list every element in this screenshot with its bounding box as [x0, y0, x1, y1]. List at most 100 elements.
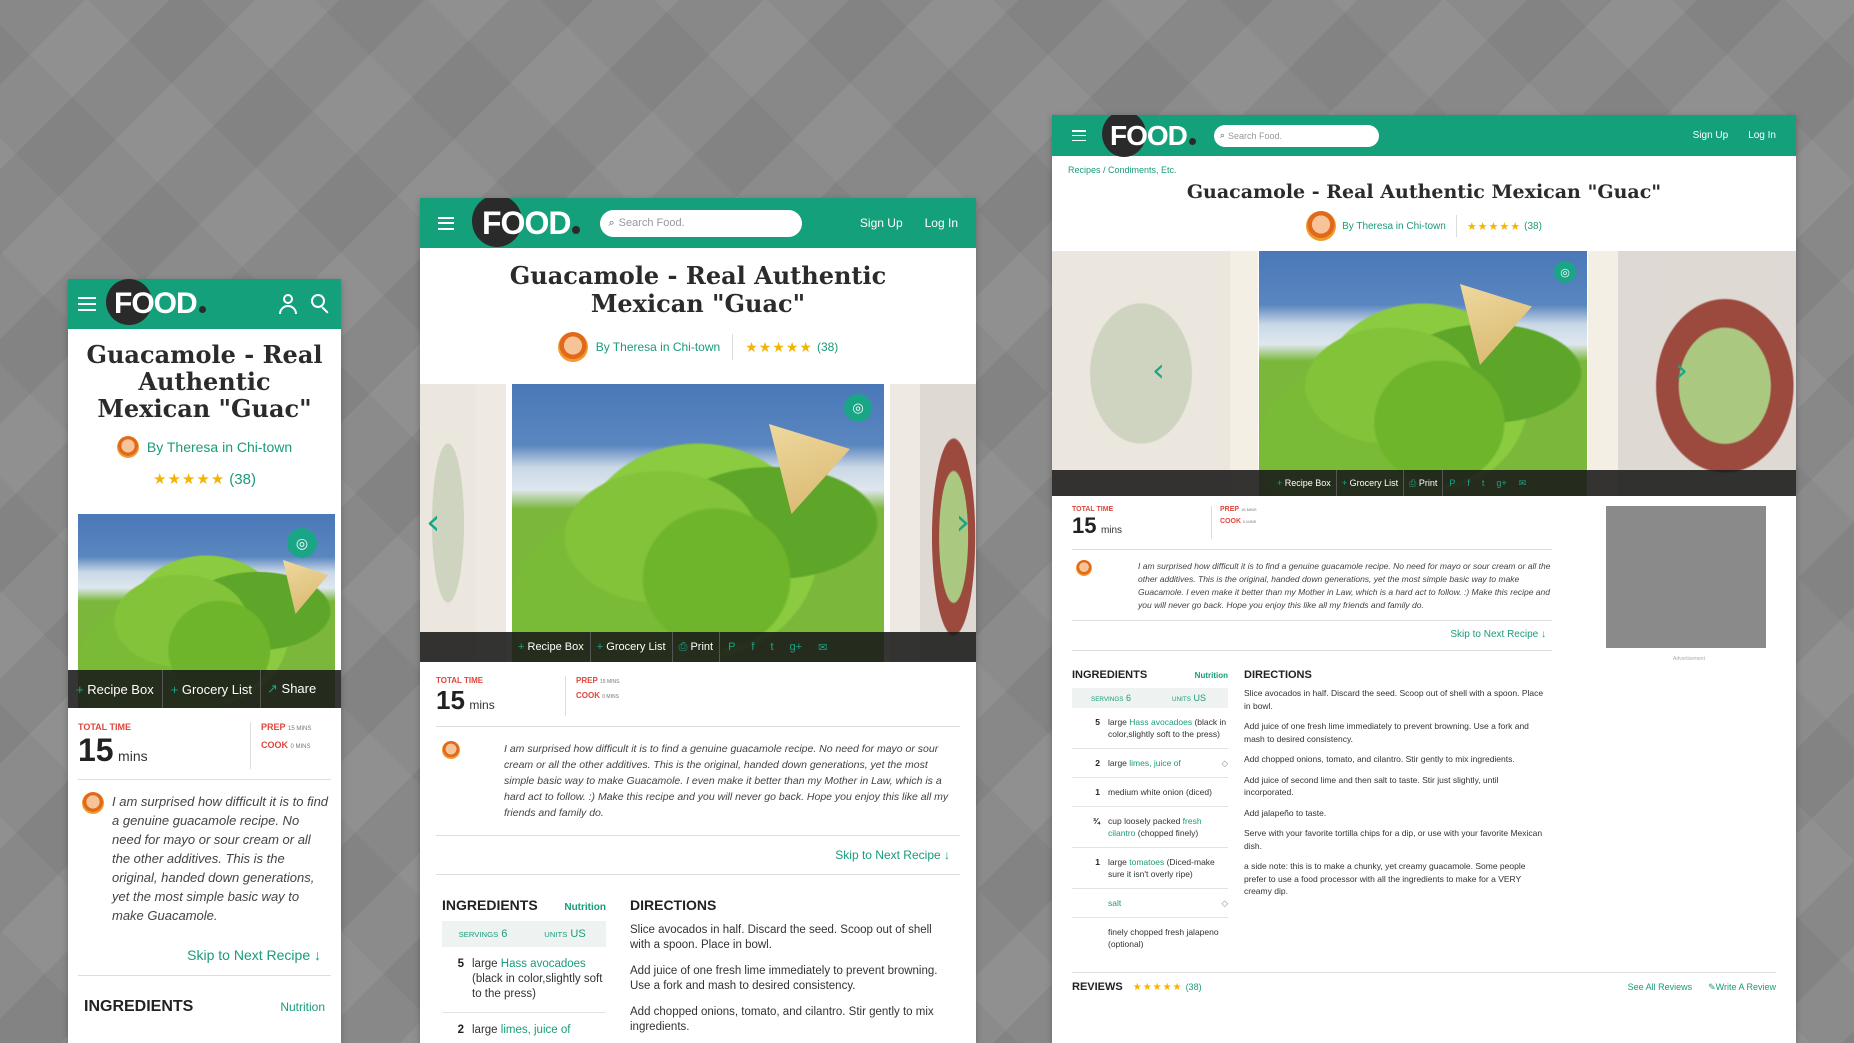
tag-icon[interactable]: ◇ [1221, 757, 1228, 769]
recipe-box-button[interactable]: + Recipe Box [1272, 478, 1336, 488]
print-button[interactable]: ⎙ Print [1404, 478, 1442, 489]
direction-step: Add jalapeño to taste. [1244, 807, 1327, 818]
ingredient-link[interactable]: Hass avocadoes [1129, 717, 1192, 727]
tablet-header: FOOD ⌕ Search Food. Sign Up Log In [420, 198, 976, 248]
desktop-header: FOOD ⌕ Search Food. Sign Up Log In [1052, 115, 1796, 157]
avatar [442, 741, 460, 759]
author-link[interactable]: By Theresa in Chi-town [1342, 221, 1446, 232]
skip-next-recipe[interactable]: Skip to Next Recipe ↓ [420, 836, 976, 862]
ingredient-link[interactable]: tomatoes [1129, 857, 1164, 867]
search-icon[interactable] [311, 294, 331, 314]
food-logo[interactable]: FOOD [1102, 115, 1196, 157]
ingredients-heading: INGREDIENTS [1072, 669, 1148, 681]
see-all-reviews-link[interactable]: See All Reviews [1628, 982, 1693, 992]
email-icon[interactable]: ✉ [810, 641, 835, 654]
share-button[interactable]: ↗ Share [261, 681, 322, 697]
carousel-prev-arrow[interactable]: ‹ [1152, 351, 1165, 389]
print-button[interactable]: ⎙ Print [673, 641, 720, 654]
avatar [82, 792, 104, 814]
photo-carousel[interactable]: ‹ › ◎ + Recipe Box + Grocery List ⎙ Prin… [420, 384, 976, 662]
facebook-icon[interactable]: f [1461, 478, 1476, 488]
food-logo[interactable]: FOOD [106, 279, 206, 325]
skip-next-recipe[interactable]: Skip to Next Recipe ↓ [1052, 621, 1552, 640]
search-input[interactable]: ⌕ Search Food. [1213, 124, 1379, 147]
direction-step: Add chopped onions, tomato, and cilantro… [1244, 754, 1515, 764]
photo-carousel[interactable]: ‹ › ◎ + Recipe Box + Grocery List ⎙ Prin… [1052, 251, 1796, 496]
log-in-link[interactable]: Log In [925, 216, 958, 230]
action-bar: + Recipe Box + Grocery List ⎙ Print P f … [420, 632, 976, 662]
servings-units-bar[interactable]: SERVINGS 6 UNITS US [1072, 688, 1228, 708]
reviews-bar: REVIEWS ★★★★★ (38) See All Reviews ✎Writ… [1052, 973, 1796, 993]
twitter-icon[interactable]: t [762, 641, 781, 653]
total-time: 15 [1072, 513, 1097, 538]
tag-icon[interactable]: ◇ [1221, 897, 1228, 909]
menu-icon[interactable] [78, 297, 96, 311]
food-logo[interactable]: FOOD [472, 198, 581, 247]
pinterest-icon[interactable]: P [1443, 478, 1461, 488]
facebook-icon[interactable]: f [743, 641, 762, 653]
direction-step: Slice avocados in half. Discard the seed… [1244, 688, 1544, 711]
skip-next-recipe[interactable]: Skip to Next Recipe ↓ [68, 925, 341, 963]
nutrition-link[interactable]: Nutrition [280, 1000, 325, 1014]
sign-up-link[interactable]: Sign Up [860, 216, 903, 230]
advertisement-label: Advertisement [1673, 656, 1705, 662]
nutrition-link[interactable]: Nutrition [564, 902, 606, 913]
camera-icon[interactable]: ◎ [844, 394, 872, 422]
recipe-title: Guacamole - Real Authentic Mexican "Guac… [509, 261, 887, 318]
nutrition-link[interactable]: Nutrition [1195, 671, 1228, 680]
rating-stars[interactable]: ★★★★★ [1467, 220, 1521, 233]
advertisement-box[interactable] [1606, 506, 1766, 648]
ingredient-row: 2 large limes, juice of [442, 1013, 606, 1043]
description: I am surprised how difficult it is to fi… [68, 780, 341, 925]
menu-icon[interactable] [1072, 130, 1086, 141]
avatar [116, 436, 139, 458]
direction-step: Add juice of one fresh lime immediately … [1244, 721, 1529, 744]
grocery-list-button[interactable]: + Grocery List [163, 682, 260, 697]
carousel-next-arrow[interactable]: › [956, 502, 970, 543]
servings-units-bar[interactable]: SERVINGS 6 UNITS US [442, 921, 606, 947]
rating-stars: ★★★★★ [153, 471, 226, 488]
ingredients-heading: INGREDIENTS [442, 897, 538, 913]
sign-up-link[interactable]: Sign Up [1693, 130, 1729, 141]
menu-icon[interactable] [438, 216, 454, 230]
user-icon[interactable] [279, 294, 297, 314]
ingredient-link[interactable]: limes, juice of [501, 1024, 571, 1036]
direction-step: Serve with your favorite tortilla chips … [1244, 828, 1543, 851]
search-icon: ⌕ [608, 216, 615, 229]
carousel-prev-arrow[interactable]: ‹ [426, 502, 440, 543]
pinterest-icon[interactable]: P [720, 641, 743, 653]
byline: By Theresa in Chi-town ★★★★★ (38) [420, 332, 976, 362]
breadcrumb[interactable]: Recipes / Condiments, Etc. [1052, 156, 1796, 175]
google-plus-icon[interactable]: g+ [782, 641, 811, 653]
ingredient-link[interactable]: limes, juice of [1129, 758, 1181, 768]
reviews-heading: REVIEWS [1072, 981, 1123, 993]
search-icon: ⌕ [1219, 130, 1225, 140]
description: I am surprised how difficult it is to fi… [1052, 550, 1552, 612]
rating[interactable]: ★★★★★ (38) [68, 470, 341, 489]
grocery-list-button[interactable]: + Grocery List [1337, 478, 1403, 488]
recipe-box-button[interactable]: + Recipe Box [512, 641, 590, 653]
directions-column: DIRECTIONS Slice avocados in half. Disca… [1244, 669, 1552, 958]
ingredient-row: 5 large Hass avocadoes (black in color,s… [442, 947, 606, 1013]
write-review-link[interactable]: ✎Write A Review [1708, 982, 1776, 993]
author-link[interactable]: By Theresa in Chi-town [147, 439, 292, 455]
carousel-next-arrow[interactable]: › [1675, 351, 1688, 389]
ingredient-link[interactable]: Hass avocadoes [501, 958, 586, 970]
google-plus-icon[interactable]: g+ [1490, 478, 1512, 488]
direction-step: Add juice of second lime and then salt t… [1244, 774, 1499, 798]
grocery-list-button[interactable]: + Grocery List [591, 641, 672, 653]
recipe-box-button[interactable]: + Recipe Box [68, 682, 162, 697]
search-input[interactable]: ⌕ Search Food. [600, 209, 803, 237]
camera-icon[interactable]: ◎ [1554, 261, 1576, 283]
action-bar: + Recipe Box + Grocery List ↗ Share [68, 670, 341, 708]
camera-icon[interactable]: ◎ [287, 528, 317, 558]
recipe-photo[interactable]: ◎ + Recipe Box + Grocery List ↗ Share [68, 514, 341, 708]
email-icon[interactable]: ✉ [1513, 478, 1533, 489]
recipe-title: Guacamole - Real Authentic Mexican "Guac… [86, 340, 323, 423]
author-link[interactable]: By Theresa in Chi-town [596, 340, 721, 354]
ingredient-link[interactable]: salt [1108, 897, 1221, 909]
twitter-icon[interactable]: t [1476, 478, 1491, 488]
log-in-link[interactable]: Log In [1748, 130, 1776, 141]
total-time: 15 [436, 685, 465, 715]
rating-stars[interactable]: ★★★★★ [745, 339, 813, 356]
